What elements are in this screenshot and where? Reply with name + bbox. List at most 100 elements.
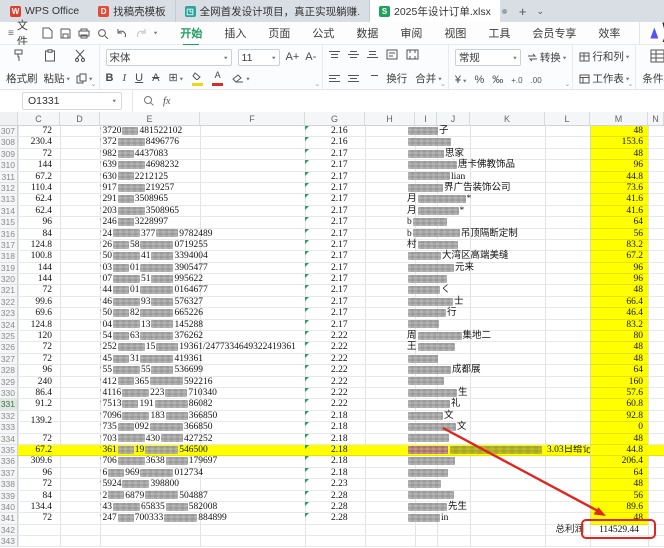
- cell-M319[interactable]: 96: [590, 263, 648, 274]
- cell-D327[interactable]: [60, 354, 100, 365]
- cell-E308[interactable]: '3728496776: [100, 137, 305, 148]
- cell-C320[interactable]: 144: [18, 274, 60, 285]
- cell-E315[interactable]: '2463228997: [100, 217, 305, 228]
- cell-M317[interactable]: 83.2: [590, 240, 648, 251]
- preview-icon[interactable]: [97, 28, 109, 39]
- cell-name-307[interactable]: 子: [365, 126, 545, 137]
- cell-name-316[interactable]: b吊顶隔断定制: [365, 229, 545, 240]
- paste-button[interactable]: 粘贴▾: [44, 71, 71, 86]
- cell-N333[interactable]: [648, 422, 664, 433]
- cell-L320[interactable]: [545, 274, 590, 285]
- cell-D333[interactable]: [60, 422, 100, 433]
- cell-N328[interactable]: [648, 365, 664, 376]
- row-header-309[interactable]: 309: [0, 149, 18, 160]
- cell-name-312[interactable]: 界广告装饰公司: [365, 183, 545, 194]
- cell-G318[interactable]: 2.17: [305, 251, 365, 262]
- cell-N322[interactable]: [648, 297, 664, 308]
- cell-G317[interactable]: 2.17: [305, 240, 365, 251]
- cell-D329[interactable]: [60, 377, 100, 388]
- wrap-text-button[interactable]: [386, 49, 398, 60]
- cell-G313[interactable]: 2.17: [305, 194, 365, 205]
- row-header-332[interactable]: 332: [0, 411, 18, 422]
- cell-C342[interactable]: [18, 525, 60, 536]
- cell-D309[interactable]: [60, 149, 100, 160]
- redo-icon[interactable]: [135, 28, 147, 39]
- cell-name-308[interactable]: [365, 137, 545, 148]
- worksheet-button[interactable]: 工作表▾: [579, 71, 629, 86]
- cell-C331[interactable]: 91.2: [18, 399, 60, 410]
- column-header-M[interactable]: M: [590, 112, 648, 125]
- cell-L327[interactable]: [545, 354, 590, 365]
- menu-item-审阅[interactable]: 审阅: [389, 23, 433, 43]
- underline-button[interactable]: U: [135, 73, 143, 84]
- cell-N311[interactable]: [648, 172, 664, 183]
- row-header-333[interactable]: 333: [0, 422, 18, 433]
- menu-item-视图[interactable]: 视图: [433, 23, 477, 43]
- cell-M326[interactable]: 48: [590, 342, 648, 353]
- cell-L322[interactable]: [545, 297, 590, 308]
- cell-M315[interactable]: 64: [590, 217, 648, 228]
- column-header-C[interactable]: C: [18, 112, 60, 125]
- row-header-307[interactable]: 307: [0, 126, 18, 137]
- cell-E321[interactable]: '44010164677: [100, 285, 305, 296]
- cell-name-321[interactable]: く: [365, 285, 545, 296]
- cell-M320[interactable]: 96: [590, 274, 648, 285]
- cell-E307[interactable]: '3720481522102: [100, 126, 305, 137]
- cell-G340[interactable]: 2.28: [305, 502, 365, 513]
- empty-cell-3[interactable]: [305, 536, 365, 547]
- cell-C338[interactable]: 72: [18, 479, 60, 490]
- align-left-icon[interactable]: [329, 73, 340, 84]
- percent-button[interactable]: %: [474, 75, 484, 86]
- cell-N332[interactable]: [648, 411, 664, 422]
- cell-name-332[interactable]: 文: [365, 411, 545, 422]
- cell-name-340[interactable]: 先生: [365, 502, 545, 513]
- cell-M341[interactable]: 48: [590, 513, 648, 524]
- cell-E331[interactable]: '751319186082: [100, 399, 305, 410]
- cell-D336[interactable]: [60, 456, 100, 467]
- cell-E319[interactable]: '03013905477: [100, 263, 305, 274]
- cell-M308[interactable]: 153.6: [590, 137, 648, 148]
- select-all-corner[interactable]: [0, 112, 18, 125]
- cell-G336[interactable]: 2.18: [305, 456, 365, 467]
- cell-name-317[interactable]: 村: [365, 240, 545, 251]
- cells-expander-icon[interactable]: ⌄: [627, 80, 633, 88]
- cell-G341[interactable]: 2.28: [305, 513, 365, 524]
- cell-C335[interactable]: 67.2: [18, 445, 60, 456]
- cell-D331[interactable]: [60, 399, 100, 410]
- empty-cell-5[interactable]: [545, 536, 590, 547]
- new-tab-button[interactable]: +: [513, 4, 533, 19]
- cell-L315[interactable]: [545, 217, 590, 228]
- cell-M336[interactable]: 206.4: [590, 456, 648, 467]
- alignment-expander-icon[interactable]: ⌄: [440, 80, 446, 88]
- bold-button[interactable]: B: [106, 73, 114, 84]
- cell-C307[interactable]: 72: [18, 126, 60, 137]
- cell-M327[interactable]: 48: [590, 354, 648, 365]
- font-expander-icon[interactable]: ⌄: [314, 80, 320, 88]
- cell-C328[interactable]: 96: [18, 365, 60, 376]
- row-header-311[interactable]: 311: [0, 172, 18, 183]
- font-size-select[interactable]: 11▾: [238, 49, 280, 66]
- cell-E329[interactable]: '412365592216: [100, 377, 305, 388]
- cell-E340[interactable]: '4365835582008: [100, 502, 305, 513]
- cell-D313[interactable]: [60, 194, 100, 205]
- cell-N313[interactable]: [648, 194, 664, 205]
- cell-C324[interactable]: 124.8: [18, 320, 60, 331]
- cell-L318[interactable]: [545, 251, 590, 262]
- row-header-316[interactable]: 316: [0, 229, 18, 240]
- cell-G337[interactable]: 2.18: [305, 468, 365, 479]
- cell-L333[interactable]: [545, 422, 590, 433]
- tab-list-dropdown[interactable]: ⌄: [532, 6, 548, 17]
- merge-button[interactable]: 合并▾: [415, 71, 442, 86]
- column-header-N[interactable]: N: [648, 112, 664, 125]
- row-header-335[interactable]: 335: [0, 445, 18, 456]
- cell-E328[interactable]: '5555536699: [100, 365, 305, 376]
- cell-name-box[interactable]: O1331 ▾: [22, 92, 122, 110]
- cell-C323[interactable]: 69.6: [18, 308, 60, 319]
- cell-G328[interactable]: 2.22: [305, 365, 365, 376]
- row-header-312[interactable]: 312: [0, 183, 18, 194]
- cell-D310[interactable]: [60, 160, 100, 171]
- cell-D320[interactable]: [60, 274, 100, 285]
- cell-G338[interactable]: 2.23: [305, 479, 365, 490]
- cell-D337[interactable]: [60, 468, 100, 479]
- cell-L319[interactable]: [545, 263, 590, 274]
